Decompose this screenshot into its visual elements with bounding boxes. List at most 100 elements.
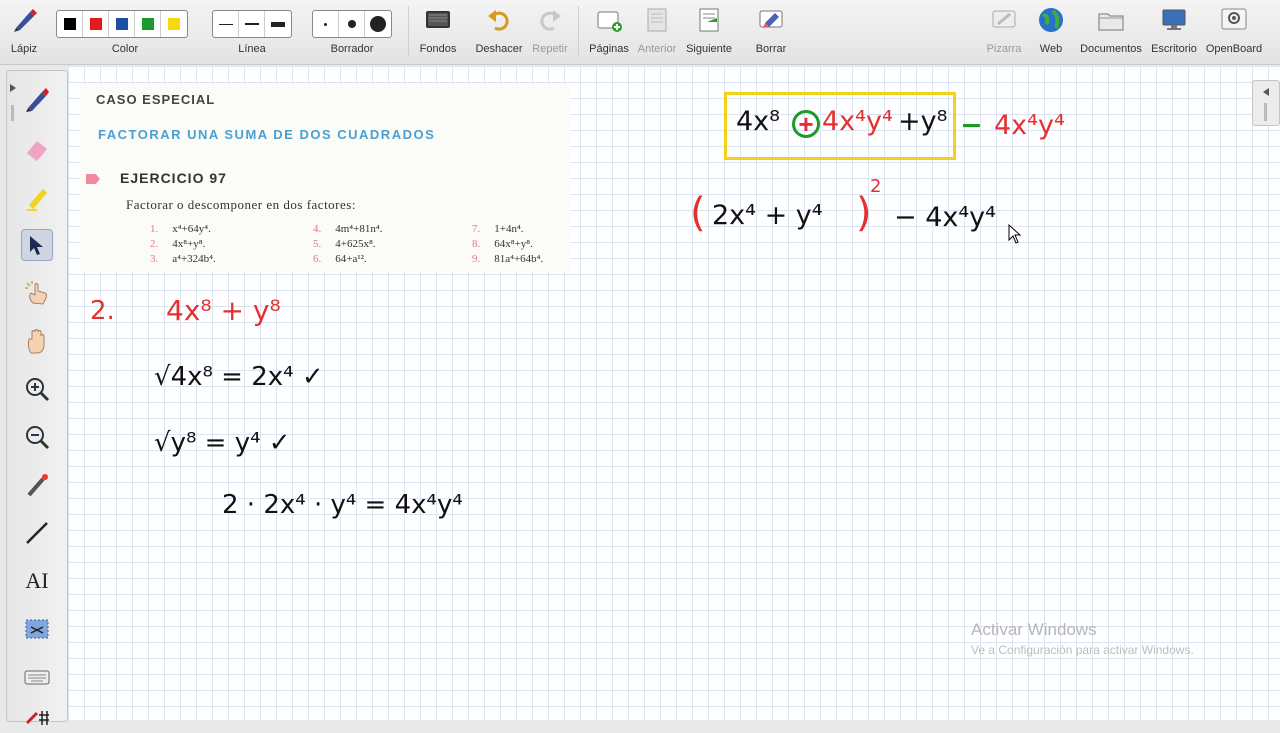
color-blue[interactable] <box>109 11 135 37</box>
zoom-out-icon <box>26 426 50 450</box>
square-root-step-1: √4x⁸ = 2x⁴ ✓ <box>154 362 324 392</box>
undo-label: Deshacer <box>475 43 523 55</box>
keyboard-tool[interactable] <box>21 661 53 693</box>
arrow-selector-icon <box>30 236 43 255</box>
backgrounds-icon[interactable] <box>424 6 452 34</box>
boxed-term-left: 4x⁸ <box>736 106 780 137</box>
text-tool-icon: AI <box>25 568 49 593</box>
toolbar-separator <box>578 6 579 56</box>
zoom-in-tool[interactable] <box>21 373 53 405</box>
interact-tool[interactable] <box>21 277 53 309</box>
pen-icon[interactable] <box>10 6 38 34</box>
text-tool[interactable]: AI <box>21 565 53 597</box>
exercise-item: 1. x⁴+64y⁴. <box>150 223 211 235</box>
hand-tool[interactable] <box>21 325 53 357</box>
palette-grip-icon <box>11 105 14 121</box>
pointing-hand-icon <box>25 281 47 305</box>
color-red[interactable] <box>83 11 109 37</box>
color-green[interactable] <box>135 11 161 37</box>
exercise-item: 8. 64x⁸+y⁸. <box>472 238 533 250</box>
line-medium[interactable] <box>239 11 265 37</box>
eraser-small[interactable] <box>313 11 339 37</box>
eraser-tool[interactable] <box>21 133 53 165</box>
redo-label: Repetir <box>532 43 568 55</box>
color-label: Color <box>111 43 139 55</box>
openboard-label: OpenBoard <box>1205 43 1263 55</box>
whiteboard-canvas[interactable]: CASO ESPECIAL FACTORAR UNA SUMA DE DOS C… <box>68 66 1280 720</box>
minus-sign: − <box>960 110 983 141</box>
binomial-inner: 2x⁴ + y⁴ <box>712 200 823 231</box>
exercise-item: 9. 81a⁴+64b⁴. <box>472 253 544 265</box>
pages-label: Páginas <box>589 43 629 55</box>
exercise-item: 5. 4+625x⁸. <box>313 238 376 250</box>
next-page-icon[interactable] <box>695 6 723 34</box>
section-title: FACTORAR UNA SUMA DE DOS CUADRADOS <box>98 127 436 142</box>
desktop-label: Escritorio <box>1151 43 1197 55</box>
undo-icon[interactable] <box>485 6 513 34</box>
palette-collapse-arrow-icon[interactable] <box>9 83 17 93</box>
backgrounds-label: Fondos <box>419 43 457 55</box>
previous-page-icon[interactable] <box>643 6 671 34</box>
subtracted-term: 4x⁴y⁴ <box>994 110 1065 141</box>
pen-label: Lápiz <box>10 43 38 55</box>
more-tools[interactable] <box>21 701 53 733</box>
problem-expression: 4x⁸ + y⁸ <box>166 294 281 327</box>
zoom-out-tool[interactable] <box>21 421 53 453</box>
capture-scissors-icon <box>25 619 49 639</box>
pen-tool-icon <box>26 88 49 112</box>
laser-pointer-tool[interactable] <box>21 469 53 501</box>
openboard-settings-icon[interactable] <box>1220 6 1248 34</box>
expand-arrow-icon[interactable] <box>1261 87 1271 97</box>
toolbar-separator <box>408 6 409 56</box>
selector-tool[interactable] <box>21 229 53 261</box>
main-toolbar: Lápiz Color Línea Borrador Fondos Deshac… <box>0 0 1280 65</box>
exercise-heading: EJERCICIO 97 <box>120 170 227 186</box>
exercise-item: 3. a⁴+324b⁴. <box>150 253 216 265</box>
board-icon[interactable] <box>990 6 1018 34</box>
web-globe-icon[interactable] <box>1037 6 1065 34</box>
pen-tool[interactable] <box>21 83 53 115</box>
line-tool-icon <box>26 522 48 544</box>
exercise-item: 7. 1+4n⁴. <box>472 223 524 235</box>
clear-label: Borrar <box>755 43 787 55</box>
highlighter-tool-icon <box>27 189 47 211</box>
exercise-item: 6. 64+a¹². <box>313 253 367 265</box>
exercise-item: 4. 4m⁴+81n⁴. <box>313 223 383 235</box>
mouse-cursor-icon <box>1008 224 1022 244</box>
right-side-panel[interactable] <box>1252 80 1280 126</box>
hand-pan-icon <box>27 329 45 354</box>
tool-palette: AI <box>6 70 68 725</box>
clear-board-icon[interactable] <box>757 6 785 34</box>
activation-watermark-subtitle: Ve a Configuración para activar Windows. <box>971 643 1194 657</box>
boxed-term-right: +y⁸ <box>898 106 948 137</box>
line-tool[interactable] <box>21 517 53 549</box>
open-parenthesis: ( <box>690 190 706 236</box>
line-thick[interactable] <box>265 11 291 37</box>
previous-label: Anterior <box>637 43 677 55</box>
marker-tool[interactable] <box>21 181 53 213</box>
capture-tool[interactable] <box>21 613 53 645</box>
line-thin[interactable] <box>213 11 239 37</box>
textbook-excerpt-image: CASO ESPECIAL FACTORAR UNA SUMA DE DOS C… <box>80 84 570 272</box>
redo-icon[interactable] <box>536 6 564 34</box>
square-root-step-2: √y⁸ = y⁴ ✓ <box>154 428 291 458</box>
square-exponent: 2 <box>870 176 882 197</box>
eraser-size-selector <box>312 10 392 38</box>
documents-label: Documentos <box>1080 43 1142 55</box>
laser-pointer-icon <box>27 474 48 497</box>
exercise-marker <box>86 174 100 184</box>
pages-icon[interactable] <box>595 6 623 34</box>
documents-folder-icon[interactable] <box>1097 6 1125 34</box>
circled-plus: + <box>792 110 820 138</box>
special-case-heading: CASO ESPECIAL <box>96 92 216 107</box>
desktop-monitor-icon[interactable] <box>1160 6 1188 34</box>
color-yellow[interactable] <box>161 11 187 37</box>
activation-watermark-title: Activar Windows <box>971 620 1097 639</box>
eraser-medium[interactable] <box>339 11 365 37</box>
problem-number: 2. <box>90 296 115 326</box>
keyboard-icon <box>24 670 50 685</box>
eraser-large[interactable] <box>365 11 391 37</box>
color-selector <box>56 10 188 38</box>
panel-grip-icon <box>1264 103 1267 121</box>
color-black[interactable] <box>57 11 83 37</box>
